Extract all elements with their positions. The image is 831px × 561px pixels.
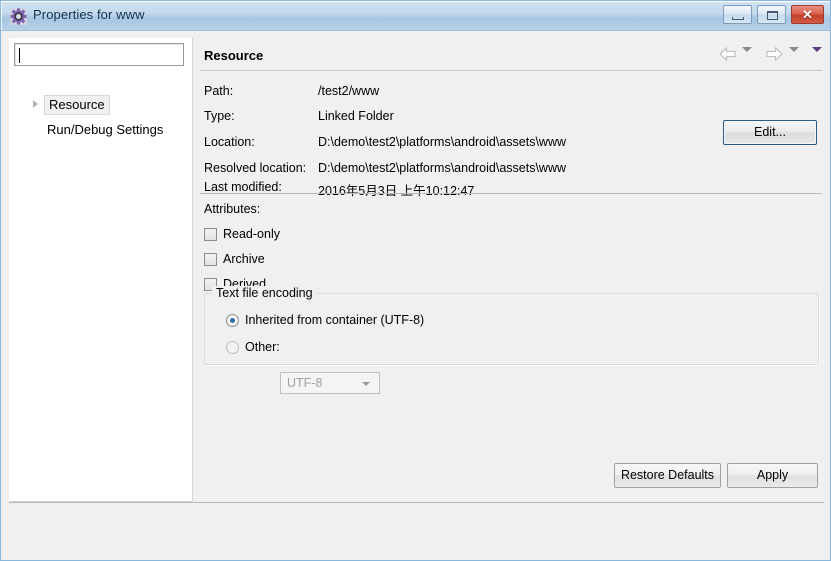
resolved-location-value: D:\demo\test2\platforms\android\assets\w… [318, 161, 567, 175]
close-button[interactable]: ✕ [791, 5, 824, 24]
encoding-combobox-value: UTF-8 [287, 376, 323, 390]
close-icon: ✕ [802, 7, 813, 22]
restore-defaults-button[interactable]: Restore Defaults [614, 463, 721, 488]
filter-input[interactable] [18, 46, 178, 63]
dialog-footer: ? OK Cancel [9, 503, 824, 555]
back-arrow-icon[interactable] [718, 46, 737, 62]
gear-icon [10, 8, 27, 25]
window-titlebar: Properties for www ✕ [1, 1, 830, 31]
path-value: /test2/www [318, 84, 380, 98]
resource-page: Resource Path: /test2/www Type: Linked F… [194, 38, 824, 502]
forward-menu-chevron-down-icon[interactable] [789, 47, 799, 70]
back-menu-chevron-down-icon[interactable] [742, 47, 752, 70]
apply-button[interactable]: Apply [727, 463, 818, 488]
dialog-body: Resource Run/Debug Settings Resource Pat… [1, 31, 830, 560]
checkbox-icon[interactable] [204, 228, 217, 241]
checkbox-label: Archive [223, 252, 265, 266]
checkbox-label: Read-only [223, 227, 280, 241]
location-label: Location: [204, 135, 255, 149]
last-modified-label: Last modified: [204, 180, 282, 194]
checkbox-icon[interactable] [204, 253, 217, 266]
radio-label: Other: [245, 340, 280, 354]
radio-icon[interactable] [226, 341, 239, 354]
maximize-button[interactable] [757, 5, 786, 24]
chevron-down-icon[interactable] [362, 382, 370, 386]
settings-tree-panel: Resource Run/Debug Settings [9, 38, 193, 502]
sidebar-item-run-debug-settings[interactable]: Run/Debug Settings [47, 121, 163, 139]
maximize-icon [767, 11, 778, 20]
resolved-location-label: Resolved location: [204, 161, 307, 175]
minimize-icon [732, 17, 744, 20]
fields-separator [200, 193, 822, 194]
filter-textbox[interactable] [14, 43, 184, 66]
type-value: Linked Folder [318, 109, 394, 123]
last-modified-value: 2016年5月3日 上午10:12:47 [318, 184, 475, 198]
encoding-group-legend: Text file encoding [212, 286, 317, 300]
path-label: Path: [204, 84, 234, 98]
sidebar-item-resource[interactable]: Resource [44, 95, 110, 115]
encoding-combobox[interactable]: UTF-8 [280, 372, 380, 394]
expand-arrow-icon[interactable] [33, 100, 38, 108]
radio-icon[interactable] [226, 314, 239, 327]
location-value: D:\demo\test2\platforms\android\assets\w… [318, 135, 567, 149]
forward-arrow-icon[interactable] [765, 46, 784, 62]
page-title: Resource [204, 48, 264, 63]
view-menu-chevron-down-icon[interactable] [812, 47, 822, 70]
minimize-button[interactable] [723, 5, 752, 24]
attributes-label: Attributes: [204, 202, 261, 216]
text-file-encoding-group: Inherited from container (UTF-8) Other: … [204, 293, 819, 394]
properties-dialog: Properties for www ✕ Resource Run/Debug … [0, 0, 831, 561]
window-title: Properties for www [33, 7, 145, 22]
edit-button[interactable]: Edit... [723, 120, 817, 145]
radio-label: Inherited from container (UTF-8) [245, 313, 425, 327]
title-separator [200, 70, 822, 71]
type-label: Type: [204, 109, 235, 123]
